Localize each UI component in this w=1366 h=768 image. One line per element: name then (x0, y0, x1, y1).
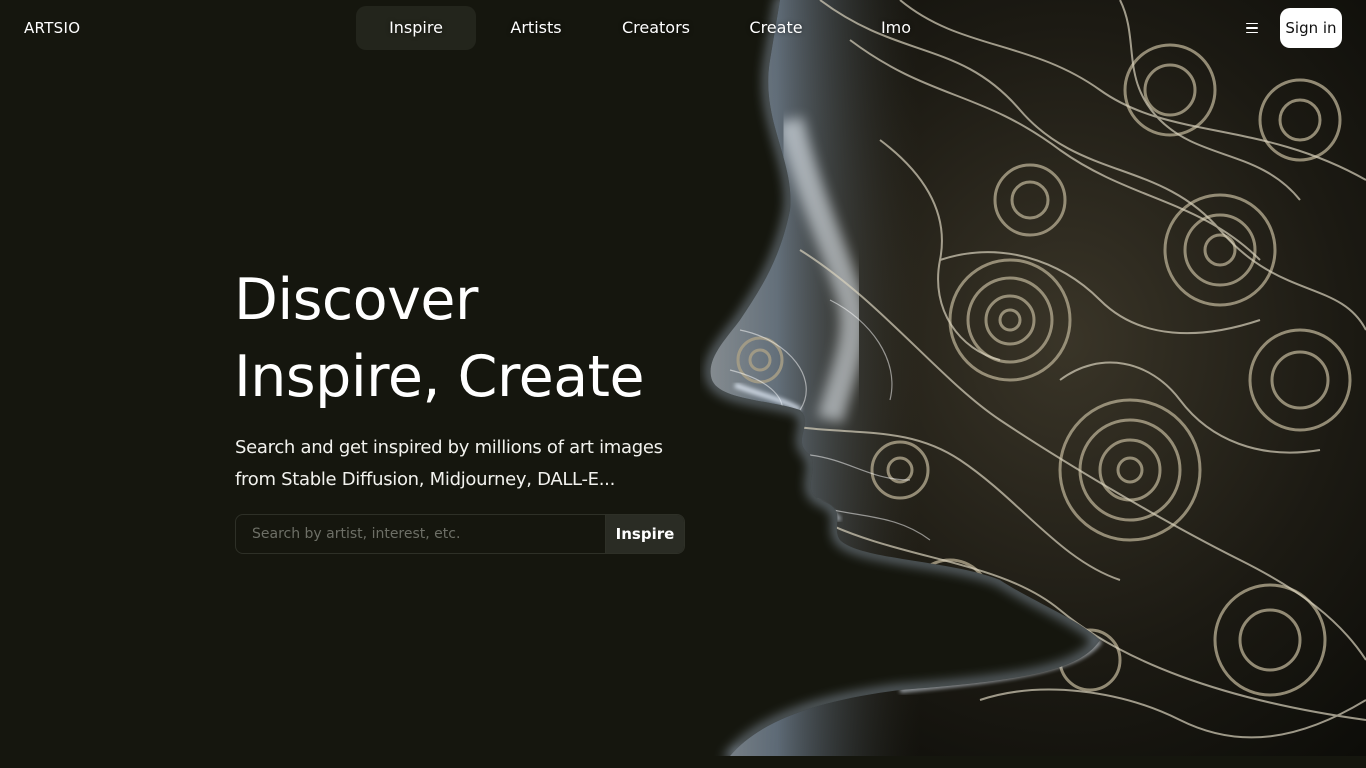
hero-title: Discover Inspire, Create (234, 262, 704, 416)
nav-item-artists[interactable]: Artists (476, 6, 596, 50)
inspire-search-button[interactable]: Inspire (605, 515, 684, 553)
nav-item-imo[interactable]: Imo (836, 6, 956, 50)
search-bar: Inspire (235, 514, 685, 554)
hero-subtitle: Search and get inspired by millions of a… (235, 432, 705, 496)
hamburger-line (1246, 22, 1258, 25)
hamburger-line (1246, 31, 1258, 34)
nav-item-inspire[interactable]: Inspire (356, 6, 476, 50)
landing-page: ARTSIO Inspire Artists Creators Create I… (0, 0, 1366, 768)
hamburger-line (1246, 27, 1258, 29)
search-input[interactable] (236, 515, 605, 553)
hero-title-line2: Inspire, Create (234, 344, 645, 410)
hero-subtitle-line1: Search and get inspired by millions of a… (235, 437, 663, 458)
sign-in-button[interactable]: Sign in (1280, 8, 1342, 48)
hero-subtitle-line2: from Stable Diffusion, Midjourney, DALL-… (235, 469, 616, 490)
nav-item-create[interactable]: Create (716, 6, 836, 50)
nav-item-creators[interactable]: Creators (596, 6, 716, 50)
hamburger-icon[interactable] (1242, 20, 1262, 36)
hero-artwork-image (700, 0, 1366, 756)
brand-logo[interactable]: ARTSIO (24, 18, 80, 38)
hero-title-line1: Discover (234, 267, 478, 333)
main-nav: Inspire Artists Creators Create Imo (356, 6, 956, 50)
